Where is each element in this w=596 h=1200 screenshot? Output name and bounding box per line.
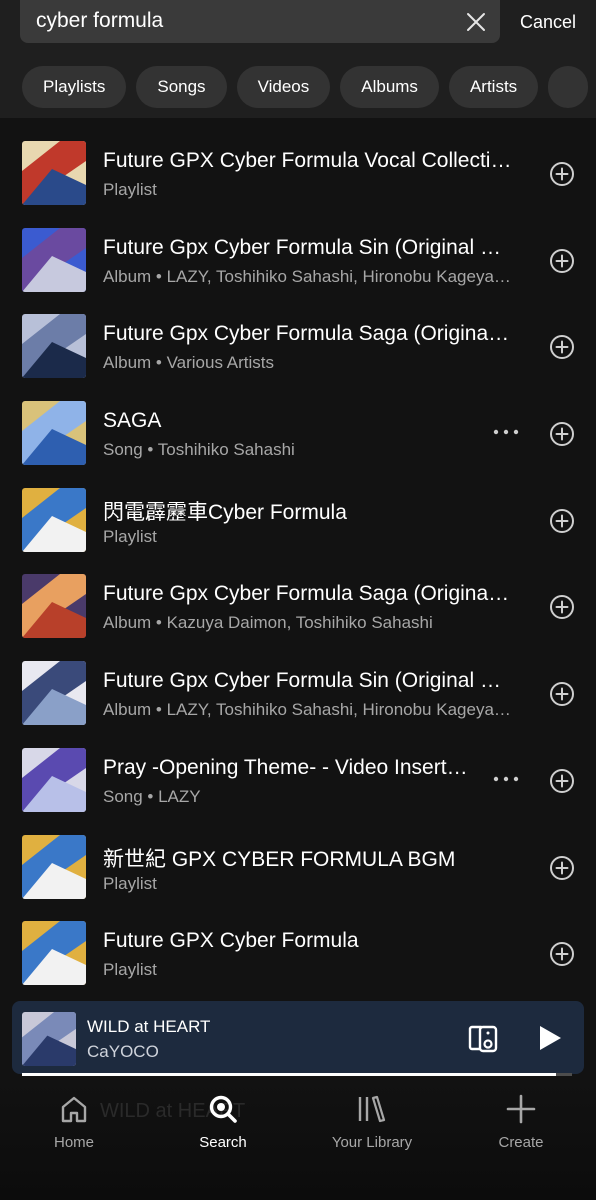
bottom-nav: WILD at HEART Home Search Your Library C…	[0, 1078, 596, 1200]
close-icon[interactable]	[464, 10, 488, 34]
search-header: cyber formula Cancel Playlists Songs Vid…	[0, 0, 596, 118]
nav-label-home: Home	[53, 1134, 94, 1151]
result-title: Future Gpx Cyber Formula Sin (Original S…	[103, 669, 513, 693]
result-row[interactable]: Future Gpx Cyber Formula Saga (Original …	[0, 303, 596, 390]
filter-chip-songs[interactable]: Songs	[136, 66, 227, 108]
filter-chip-videos[interactable]: Videos	[236, 66, 331, 108]
add-circle-icon[interactable]	[549, 941, 575, 967]
more-options-icon[interactable]	[492, 420, 520, 444]
add-circle-icon[interactable]	[549, 594, 575, 620]
nav-search[interactable]: Search	[168, 1094, 278, 1151]
nav-label-library: Your Library	[331, 1134, 413, 1151]
result-title: Future Gpx Cyber Formula Saga (Original …	[103, 582, 513, 606]
filter-chip-overflow[interactable]	[548, 66, 589, 108]
result-row[interactable]: Future Gpx Cyber Formula Saga (Original …	[0, 563, 596, 650]
play-icon[interactable]	[538, 1025, 562, 1051]
search-icon	[209, 1095, 237, 1123]
plus-icon	[506, 1094, 536, 1124]
result-artwork	[22, 834, 86, 899]
search-input[interactable]: cyber formula	[36, 9, 163, 33]
home-icon	[61, 1096, 87, 1123]
filter-chip-albums[interactable]: Albums	[340, 66, 439, 108]
result-title: Future Gpx Cyber Formula Saga (Original …	[103, 322, 513, 346]
add-circle-icon[interactable]	[549, 161, 575, 187]
result-row[interactable]: Future GPX Cyber Formula Playlist	[0, 910, 596, 997]
result-subtitle: Playlist	[103, 873, 157, 893]
result-artwork	[22, 401, 86, 466]
result-subtitle: Album • Various Artists	[103, 353, 274, 373]
filter-chips: Playlists Songs Videos Albums Artists	[22, 66, 589, 108]
nav-create[interactable]: Create	[466, 1094, 576, 1151]
result-subtitle: Playlist	[103, 960, 157, 980]
add-circle-icon[interactable]	[549, 768, 575, 794]
results-list: Future GPX Cyber Formula Vocal Collectio…	[0, 130, 596, 997]
result-row[interactable]: Future Gpx Cyber Formula Sin (Original S…	[0, 217, 596, 304]
result-title: 新世紀 GPX CYBER FORMULA BGM	[103, 847, 456, 871]
now-playing-title: WILD at HEART	[87, 1017, 211, 1036]
result-title: Future GPX Cyber Formula Vocal Collectio…	[103, 149, 513, 172]
nav-label-search: Search	[199, 1134, 247, 1151]
mini-player[interactable]: WILD at HEART CaYOCO	[12, 1001, 584, 1074]
cancel-button[interactable]: Cancel	[520, 12, 576, 33]
add-circle-icon[interactable]	[549, 508, 575, 534]
result-artwork	[22, 141, 86, 205]
result-subtitle: Playlist	[103, 180, 157, 199]
result-artwork	[22, 921, 86, 986]
result-subtitle: Song • LAZY	[103, 786, 201, 806]
result-title: Pray -Opening Theme- - Video Insert Vers…	[103, 755, 473, 779]
connect-device-icon[interactable]	[467, 1021, 501, 1055]
result-row[interactable]: Future Gpx Cyber Formula Sin (Original S…	[0, 650, 596, 737]
result-subtitle: Song • Toshihiko Sahashi	[103, 440, 295, 460]
result-artwork	[22, 314, 86, 379]
result-row[interactable]: 新世紀 GPX CYBER FORMULA BGM Playlist	[0, 824, 596, 911]
add-circle-icon[interactable]	[549, 855, 575, 881]
result-title: SAGA	[103, 409, 162, 433]
filter-chip-playlists[interactable]: Playlists	[22, 66, 127, 108]
nav-home[interactable]: Home	[19, 1094, 129, 1151]
now-playing-artist: CaYOCO	[87, 1042, 159, 1061]
add-circle-icon[interactable]	[549, 334, 575, 360]
result-subtitle: Album • Kazuya Daimon, Toshihiko Sahashi	[103, 613, 433, 633]
result-subtitle: Playlist	[103, 526, 157, 546]
result-artwork	[22, 487, 86, 552]
result-title: Future GPX Cyber Formula	[103, 929, 359, 953]
search-field[interactable]: cyber formula	[20, 0, 500, 43]
playback-progress[interactable]	[22, 1073, 572, 1076]
nav-library[interactable]: Your Library	[317, 1094, 427, 1151]
now-playing-art	[22, 1012, 76, 1066]
result-artwork	[22, 574, 86, 639]
result-row[interactable]: Pray -Opening Theme- - Video Insert Vers…	[0, 737, 596, 824]
result-subtitle: Album • LAZY, Toshihiko Sahashi, Hironob…	[103, 700, 513, 720]
result-artwork	[22, 661, 86, 726]
result-title: Future Gpx Cyber Formula Sin (Original S…	[103, 235, 513, 259]
add-circle-icon[interactable]	[549, 681, 575, 707]
filter-chip-artists[interactable]: Artists	[448, 66, 539, 108]
nav-label-create: Create	[498, 1134, 544, 1151]
result-artwork	[22, 747, 86, 812]
result-subtitle: Album • LAZY, Toshihiko Sahashi, Hironob…	[103, 266, 513, 286]
more-options-icon[interactable]	[492, 767, 520, 791]
progress-fill	[22, 1073, 556, 1076]
result-title: 閃電霹靂車Cyber Formula	[103, 500, 347, 524]
result-row[interactable]: Future GPX Cyber Formula Vocal Collectio…	[0, 130, 596, 217]
result-row[interactable]: SAGA Song • Toshihiko Sahashi	[0, 390, 596, 477]
library-icon	[358, 1095, 386, 1123]
add-circle-icon[interactable]	[549, 248, 575, 274]
add-circle-icon[interactable]	[549, 421, 575, 447]
result-row[interactable]: 閃電霹靂車Cyber Formula Playlist	[0, 477, 596, 564]
result-artwork	[22, 227, 86, 292]
